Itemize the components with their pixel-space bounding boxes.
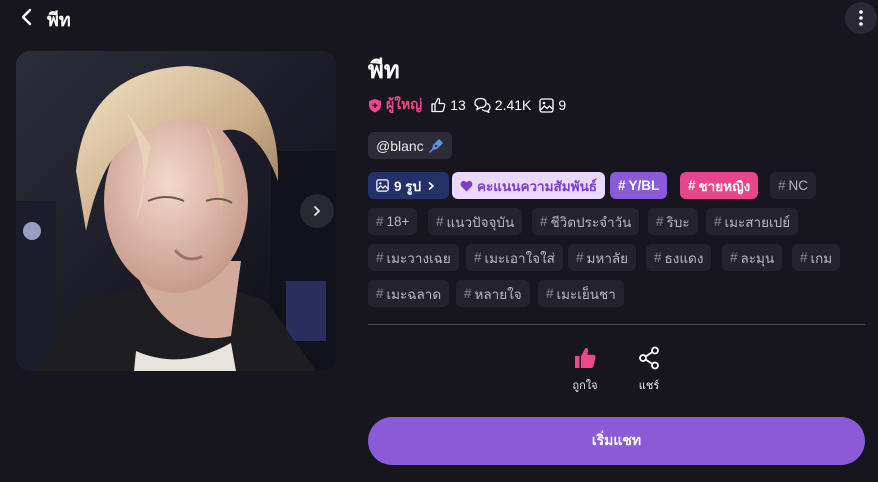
chevron-right-icon (428, 181, 435, 190)
share-icon (639, 346, 659, 370)
tag-nc[interactable]: # NC (770, 172, 817, 199)
chevron-right-icon (314, 206, 321, 216)
tag-label: เกม (810, 250, 833, 266)
share-button[interactable]: แชร์ (629, 346, 669, 394)
heart-icon (460, 180, 473, 191)
tag-label: แนวปัจจุบัน (446, 214, 515, 230)
hash-symbol: # (540, 214, 548, 229)
likes-count: 13 (450, 97, 466, 113)
creator-name: @blanc (376, 137, 424, 154)
tag-label: ริบะ (666, 214, 690, 230)
thumbs-up-icon (431, 97, 446, 113)
like-button[interactable]: ถูกใจ (565, 346, 605, 394)
tag-label: ละมุน (740, 250, 775, 266)
chevron-left-icon[interactable] (16, 6, 38, 28)
tag-game[interactable]: # เกม (792, 244, 841, 271)
hash-symbol: # (464, 286, 472, 301)
tag-modern[interactable]: # แนวปัจจุบัน (428, 208, 523, 235)
tag-label: Y/BL (628, 178, 660, 193)
tag-university[interactable]: # มหาลัย (568, 244, 637, 271)
image-icon (376, 179, 389, 192)
tag-label: เมะเย็นชา (556, 286, 616, 302)
tag-label: ธงแดง (664, 250, 704, 266)
page-title: พีท (47, 10, 71, 30)
affinity-tag[interactable]: คะแนนความสัมพันธ์ (452, 172, 606, 199)
chats-count: 2.41K (494, 97, 532, 113)
hash-symbol: # (576, 250, 584, 265)
affinity-tag-label: คะแนนความสัมพันธ์ (477, 178, 598, 194)
tag-label: เมะฉลาด (386, 286, 442, 302)
tag-male-female[interactable]: # ชายหญิง (680, 172, 759, 199)
hash-symbol: # (688, 178, 696, 193)
tag-red-flag[interactable]: # ธงแดง (646, 244, 712, 271)
like-label: ถูกใจ (572, 380, 598, 392)
start-chat-button[interactable]: เริ่มแชท (368, 417, 865, 465)
image-icon (539, 97, 555, 113)
tag-label: เมะวางเฉย (386, 250, 451, 266)
shield-icon (369, 98, 381, 112)
hash-symbol: # (778, 178, 786, 193)
tag-daily-life[interactable]: # ชีวิตประจำวัน (532, 208, 640, 235)
next-photo-button[interactable] (300, 194, 334, 228)
tag-label: NC (788, 178, 809, 193)
images-tag-button[interactable]: 9 รูป (368, 172, 450, 199)
tag-18-plus[interactable]: #18+ (368, 208, 418, 235)
top-bar: พีท (0, 0, 878, 36)
pen-nib-icon (428, 138, 443, 153)
tag-label: มหาลัย (586, 250, 629, 266)
divider (368, 324, 865, 325)
chat-bubbles-icon (474, 97, 491, 113)
chats-stat: 2.41K (474, 97, 532, 113)
share-label: แชร์ (638, 380, 660, 392)
images-count: 9 (558, 97, 567, 113)
hash-symbol: # (714, 214, 722, 229)
tag-label: เมะสายเปย์ (724, 214, 791, 230)
likes-stat: 13 (430, 97, 466, 113)
tag-mesaipey[interactable]: # เมะสายเปย์ (706, 208, 799, 235)
tag-label: ชีวิตประจำวัน (550, 214, 632, 230)
hash-symbol: # (376, 250, 384, 265)
tag-meyensha[interactable]: # เมะเย็นชา (538, 280, 624, 307)
adult-rating: ผู้ใหญ่ (368, 94, 422, 116)
character-stats: ผู้ใหญ่ 13 2.41K 9 (368, 96, 574, 114)
tag-lamun[interactable]: # ละมุน (722, 244, 783, 271)
tag-label: ชายหญิง (698, 178, 751, 194)
hash-symbol: # (474, 250, 482, 265)
hash-symbol: # (376, 214, 384, 229)
tag-mewangchoei[interactable]: # เมะวางเฉย (368, 244, 459, 271)
tag-lai-chai[interactable]: # หลายใจ (456, 280, 530, 307)
hash-symbol: # (656, 214, 664, 229)
tag-label: หลายใจ (474, 286, 522, 302)
hash-symbol: # (654, 250, 662, 265)
tag-meaochaisai[interactable]: # เมะเอาใจใส่ (466, 244, 563, 271)
hash-symbol: # (546, 286, 554, 301)
tag-ybl[interactable]: # Y/BL (610, 172, 668, 199)
creator-badge[interactable]: @blanc (368, 132, 452, 159)
more-options-button[interactable] (845, 2, 877, 34)
hash-symbol: # (618, 178, 626, 193)
hash-symbol: # (376, 286, 384, 301)
tag-mechalat[interactable]: # เมะฉลาด (368, 280, 450, 307)
thumbs-up-icon (575, 347, 596, 368)
more-vertical-icon (859, 10, 863, 26)
rating-label: ผู้ใหญ่ (386, 96, 423, 112)
character-name: พีท (368, 57, 400, 84)
hash-symbol: # (800, 250, 808, 265)
tag-label: 18+ (386, 214, 410, 229)
images-stat: 9 (539, 97, 566, 113)
hash-symbol: # (436, 214, 444, 229)
images-tag-label: 9 รูป (394, 178, 422, 194)
character-photo[interactable] (16, 51, 336, 371)
tag-label: เมะเอาใจใส่ (484, 250, 555, 266)
hash-symbol: # (730, 250, 738, 265)
tag-ribu[interactable]: # ริบะ (648, 208, 698, 235)
